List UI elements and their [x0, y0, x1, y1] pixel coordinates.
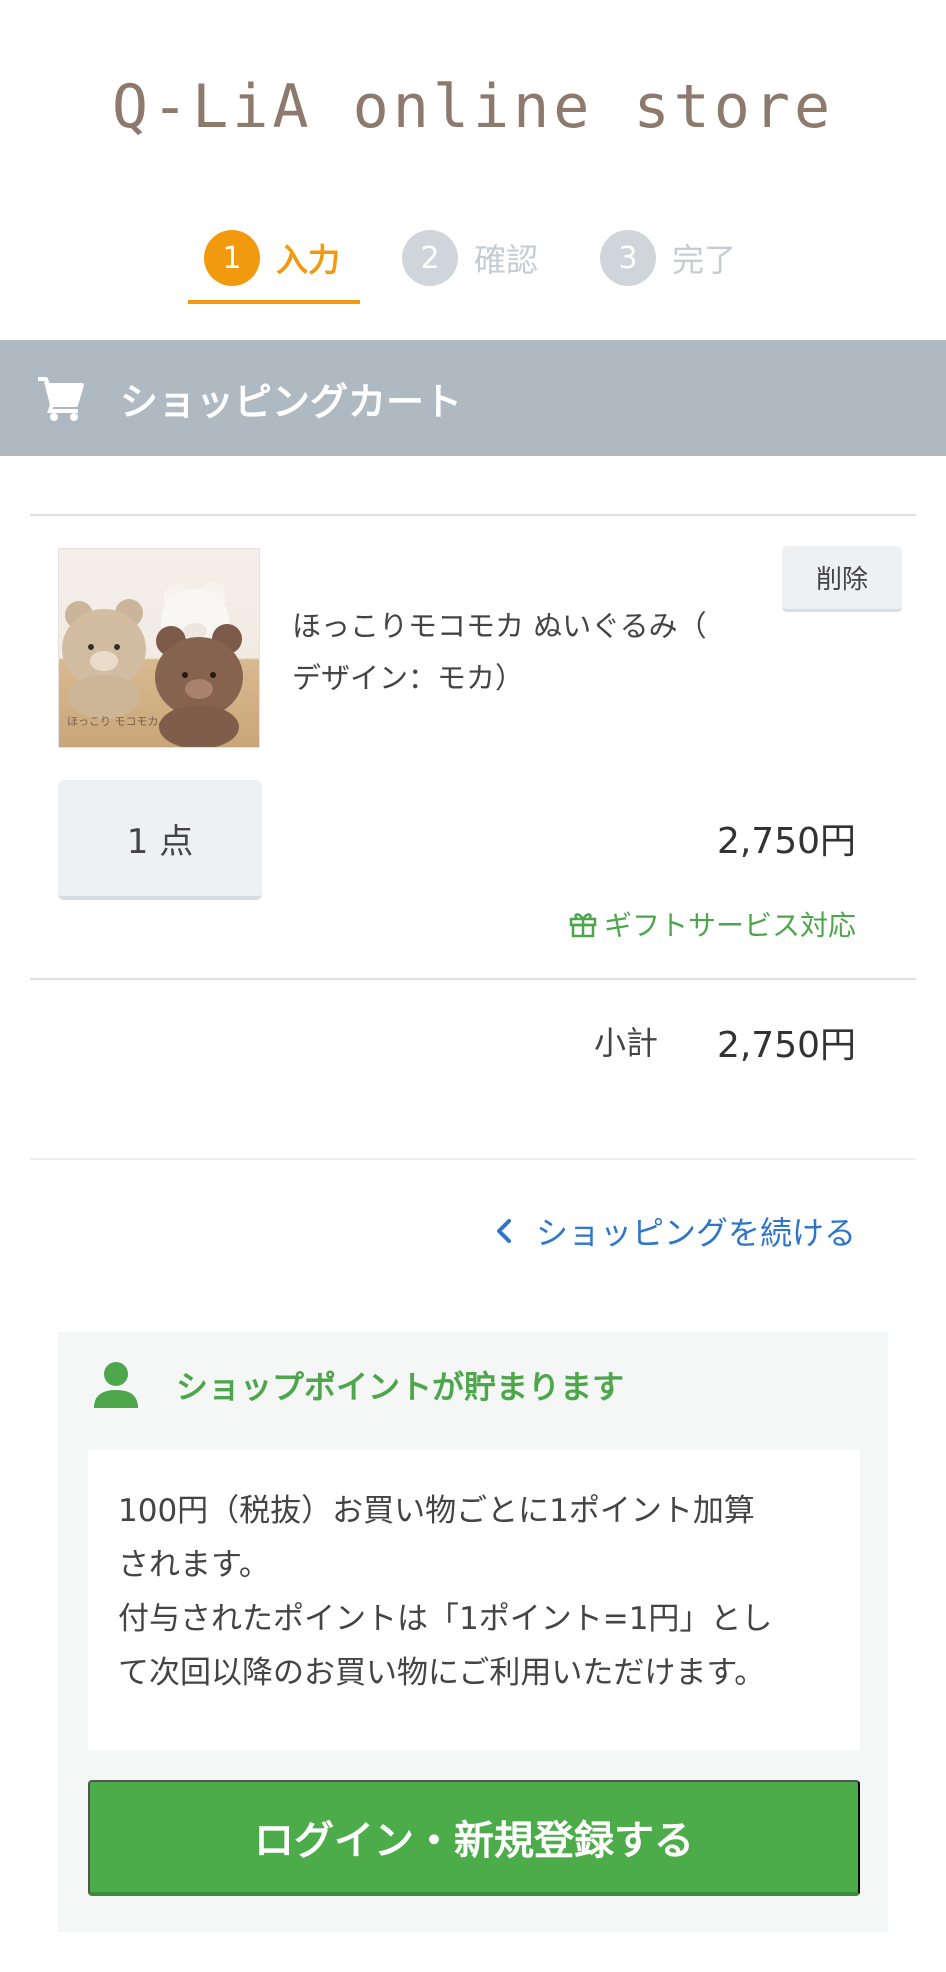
checkout-steps: 1 入力 2 確認 3 完了 — [0, 230, 946, 310]
step-label: 確認 — [474, 241, 539, 279]
delete-button[interactable]: 削除 — [782, 546, 902, 612]
store-logo[interactable]: Q-LiA online store — [0, 72, 946, 142]
continue-shopping-label: ショッピングを続ける — [535, 1214, 856, 1252]
divider — [30, 514, 916, 516]
item-price: 2,750円 — [716, 821, 856, 862]
points-description: 100円（税抜）お買い物ごとに1ポイント加算 されます。 付与されたポイントは「… — [88, 1450, 860, 1750]
points-heading: ショップポイントが貯まります — [92, 1360, 624, 1410]
continue-shopping-link[interactable]: ショッピングを続ける — [494, 1208, 856, 1254]
points-description-line: されます。 — [118, 1547, 270, 1583]
quantity-select[interactable]: 1 点 — [58, 780, 262, 900]
product-image[interactable]: ほっこり モコモカ。 — [58, 548, 260, 748]
points-description-line: 100円（税抜）お買い物ごとに1ポイント加算 — [118, 1493, 755, 1529]
cart-header: ショッピングカート — [0, 340, 946, 456]
product-name-line: デザイン：モカ） — [292, 661, 525, 695]
step-label: 完了 — [672, 241, 737, 279]
points-description-line: 付与されたポイントは「1ポイント=1円」とし — [118, 1601, 773, 1637]
cart-icon — [38, 377, 84, 421]
points-description-line: て次回以降のお買い物にご利用いただけます。 — [118, 1655, 766, 1691]
bear-illustration: ほっこり モコモカ。 — [62, 582, 243, 747]
step-confirm: 2 確認 — [402, 230, 538, 286]
subtotal-label: 小計 — [594, 1024, 659, 1062]
gift-service-label: ギフトサービス対応 — [603, 909, 856, 942]
step-number: 3 — [600, 230, 656, 286]
login-register-button[interactable]: ログイン・新規登録する — [88, 1780, 860, 1896]
step-number: 1 — [204, 230, 260, 286]
shop-points-panel: ショップポイントが貯まります 100円（税抜）お買い物ごとに1ポイント加算 され… — [58, 1332, 888, 1932]
active-step-underline — [188, 300, 360, 304]
step-input: 1 入力 — [204, 230, 340, 286]
step-number: 2 — [402, 230, 458, 286]
chevron-left-icon — [496, 1219, 511, 1243]
subtotal-value: 2,750円 — [716, 1025, 856, 1066]
product-name-line: ほっこりモコモカ ぬいぐるみ（ — [292, 609, 707, 643]
points-heading-text: ショップポイントが貯まります — [176, 1368, 625, 1406]
gift-service-badge: ギフトサービス対応 — [568, 904, 856, 944]
person-icon — [94, 1362, 138, 1408]
step-label: 入力 — [276, 241, 341, 279]
gift-icon — [569, 913, 597, 938]
cart-title: ショッピングカート — [120, 379, 463, 424]
product-name[interactable]: ほっこりモコモカ ぬいぐるみ（ デザイン：モカ） — [292, 600, 762, 704]
step-complete: 3 完了 — [600, 230, 736, 286]
product-image-caption: ほっこり モコモカ。 — [67, 715, 170, 728]
divider — [30, 978, 916, 980]
divider — [30, 1158, 916, 1160]
